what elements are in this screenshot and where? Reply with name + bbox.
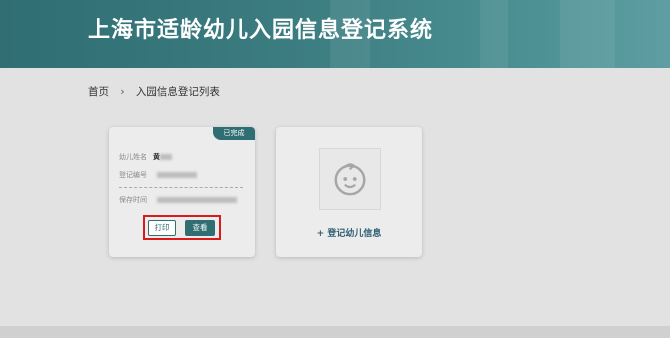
child-name-value: 黄 <box>153 153 160 161</box>
breadcrumb-separator-icon: › <box>120 86 125 98</box>
breadcrumb: 首页 › 入园信息登记列表 <box>88 84 220 99</box>
save-time-label: 保存时间 <box>119 196 147 204</box>
save-time-row: 保存时间 <box>119 195 238 205</box>
breadcrumb-current: 入园信息登记列表 <box>135 86 220 98</box>
add-child-info-link[interactable]: + 登记幼儿信息 <box>276 226 422 239</box>
redacted-registration-number <box>157 172 198 178</box>
page-title: 上海市适龄幼儿入园信息登记系统 <box>88 18 434 43</box>
print-button[interactable]: 打印 <box>148 220 176 236</box>
redacted-save-time <box>157 197 238 203</box>
view-button[interactable]: 查看 <box>185 220 215 236</box>
child-name-row: 幼儿姓名黄 <box>119 152 172 162</box>
child-face-icon <box>334 163 366 196</box>
redacted-name <box>160 154 172 160</box>
status-badge: 已完成 <box>213 127 255 140</box>
footer-strip <box>0 326 670 338</box>
divider <box>119 187 243 188</box>
breadcrumb-home-link[interactable]: 首页 <box>88 86 109 98</box>
app-header: 上海市适龄幼儿入园信息登记系统 <box>0 0 670 68</box>
child-name-label: 幼儿姓名 <box>119 153 147 161</box>
registration-number-label: 登记编号 <box>119 171 147 179</box>
add-registration-card[interactable]: + 登记幼儿信息 <box>276 127 422 257</box>
child-avatar-placeholder <box>319 148 381 210</box>
registration-number-row: 登记编号 <box>119 170 198 180</box>
